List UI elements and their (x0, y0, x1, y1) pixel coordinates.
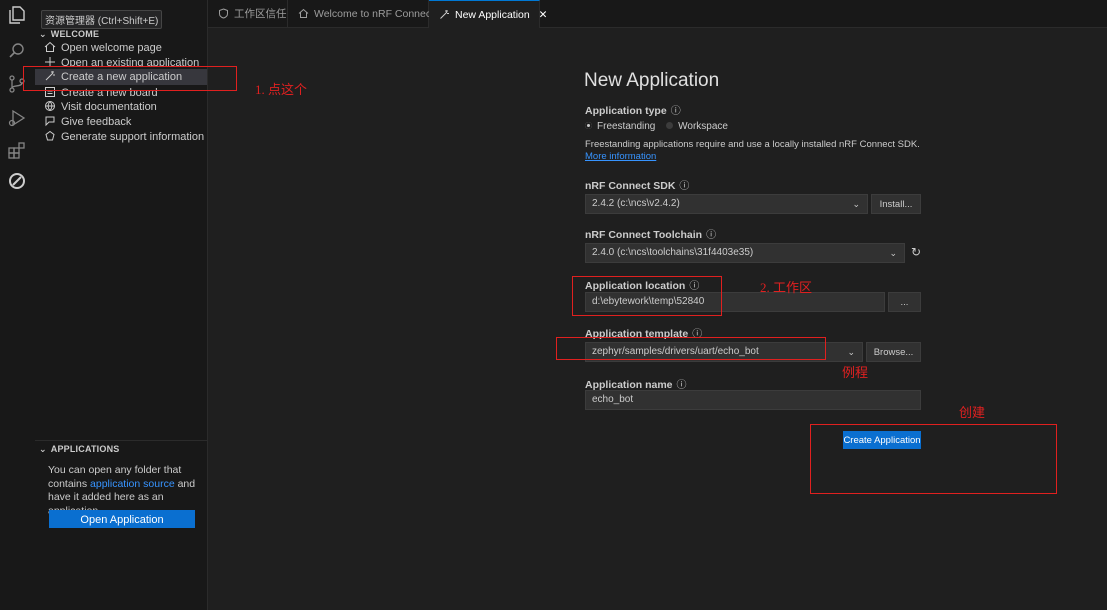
tab-welcome-nrf-connect[interactable]: Welcome to nRF Connect (288, 0, 434, 28)
activity-bar (0, 0, 35, 610)
welcome-item-label: Open welcome page (61, 42, 162, 54)
chevron-down-icon: ⌄ (889, 248, 897, 258)
more-information-link[interactable]: More information (585, 151, 656, 162)
application-type-radio-group: Freestanding Workspace (585, 121, 728, 132)
explorer-icon[interactable] (6, 4, 28, 26)
annotation-step1: 1. 点这个 (255, 82, 308, 97)
run-debug-icon[interactable] (6, 107, 28, 129)
chevron-down-icon: ⌄ (847, 347, 855, 357)
chevron-down-icon: ⌄ (39, 444, 47, 454)
input-value: echo_bot (592, 394, 634, 405)
shield-icon (218, 8, 229, 19)
annotation-example: 例程 (842, 365, 869, 380)
sdk-select[interactable]: 2.4.2 (c:\ncs\v2.4.2) ⌄ (585, 194, 868, 214)
extensions-icon[interactable] (6, 139, 28, 161)
magic-wand-icon (439, 9, 450, 20)
welcome-item-label: Generate support information (61, 131, 205, 143)
label-text: nRF Connect SDK (585, 180, 676, 192)
description-text: Freestanding applications require and us… (585, 139, 920, 150)
radio-label: Freestanding (597, 121, 656, 132)
browse-template-button[interactable]: Browse... (866, 342, 921, 362)
radio-label: Workspace (678, 121, 728, 132)
toolchain-select[interactable]: 2.4.0 (c:\ncs\toolchains\31f4403e35) ⌄ (585, 243, 905, 263)
tab-label: New Application (455, 9, 530, 21)
tab-label: Welcome to nRF Connect (314, 8, 435, 20)
globe-icon (44, 100, 56, 112)
chevron-down-icon: ⌄ (852, 199, 860, 209)
application-type-description: Freestanding applications require and us… (585, 139, 921, 163)
application-source-link[interactable]: application source (90, 478, 175, 490)
welcome-item-visit-documentation[interactable]: Visit documentation (35, 100, 207, 115)
welcome-title-text: WELCOME (50, 29, 100, 39)
application-type-label: Application type ⓘ (585, 102, 681, 117)
welcome-section-title[interactable]: ⌄ WELCOME (39, 29, 99, 40)
tab-bar: 工作区信任 Welcome to nRF Connect New Applica… (208, 0, 1107, 28)
open-application-button[interactable]: Open Application (49, 510, 195, 528)
select-value: 2.4.2 (c:\ncs\v2.4.2) (592, 198, 680, 209)
help-icon[interactable]: ⓘ (671, 106, 681, 117)
annotation-create: 创建 (959, 405, 986, 420)
annotation-box-create (810, 424, 1057, 494)
install-button[interactable]: Install... (871, 194, 921, 214)
nrf-connect-icon[interactable] (6, 170, 28, 192)
name-label: Application name ⓘ (585, 376, 687, 391)
toolchain-label: nRF Connect Toolchain ⓘ (585, 226, 716, 241)
sidebar: 资源管理器 (Ctrl+Shift+E) ⌄ WELCOME Open welco… (35, 0, 208, 610)
home-icon (298, 8, 309, 19)
support-icon (44, 130, 56, 142)
section-divider (35, 440, 207, 441)
label-text: nRF Connect Toolchain (585, 229, 703, 241)
chevron-down-icon: ⌄ (39, 29, 47, 39)
radio-freestanding[interactable]: Freestanding (585, 121, 655, 132)
feedback-icon (44, 115, 56, 127)
welcome-item-generate-support-information[interactable]: Generate support information (35, 130, 207, 145)
search-icon[interactable] (6, 40, 28, 62)
label-text: Application type (585, 105, 667, 117)
annotation-box-step1 (23, 66, 237, 91)
tab-close-icon[interactable]: ✕ (539, 9, 548, 21)
applications-section-title[interactable]: ⌄ APPLICATIONS (39, 444, 120, 455)
select-value: 2.4.0 (c:\ncs\toolchains\31f4403e35) (592, 247, 754, 258)
refresh-icon[interactable]: ↻ (911, 245, 921, 259)
tab-new-application[interactable]: New Application ✕ (429, 0, 547, 28)
sdk-label: nRF Connect SDK ⓘ (585, 177, 689, 192)
radio-unselected-icon (666, 122, 674, 129)
annotation-step2: 2. 工作区 (760, 280, 813, 295)
radio-selected-icon (585, 122, 592, 129)
browse-location-button[interactable]: ... (888, 292, 921, 312)
page-title: New Application (584, 70, 720, 91)
explorer-tooltip: 资源管理器 (Ctrl+Shift+E) (41, 10, 163, 29)
annotation-box-location (572, 276, 722, 316)
help-icon[interactable]: ⓘ (679, 181, 689, 192)
annotation-box-template (556, 337, 826, 360)
radio-workspace[interactable]: Workspace (666, 121, 728, 132)
application-name-input[interactable]: echo_bot (585, 390, 921, 410)
welcome-item-give-feedback[interactable]: Give feedback (35, 115, 207, 130)
applications-title-text: APPLICATIONS (50, 444, 120, 454)
welcome-item-label: Visit documentation (61, 101, 157, 113)
welcome-item-label: Give feedback (61, 116, 132, 128)
help-icon[interactable]: ⓘ (706, 230, 716, 241)
welcome-item-open-welcome-page[interactable]: Open welcome page (35, 41, 207, 56)
home-icon (44, 41, 56, 53)
tab-label: 工作区信任 (234, 8, 287, 20)
tab-workspace-trust[interactable]: 工作区信任 (208, 0, 288, 28)
